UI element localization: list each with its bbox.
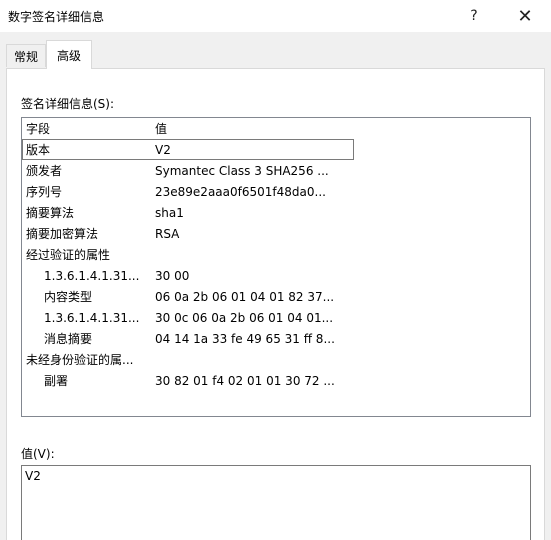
list-item-field: 序列号 <box>26 185 63 199</box>
column-header-field[interactable]: 字段 <box>26 120 50 137</box>
list-item-value: 30 0c 06 0a 2b 06 01 04 01... <box>155 310 334 325</box>
list-item-field: 摘要加密算法 <box>26 227 99 241</box>
list-item-field: 内容类型 <box>44 290 93 304</box>
list-item-value: Symantec Class 3 SHA256 ... <box>155 163 329 178</box>
list-item-field: 未经身份验证的属... <box>26 353 134 367</box>
column-header-value[interactable]: 值 <box>155 120 167 137</box>
list-item-value: 30 82 01 f4 02 01 01 30 72 ... <box>155 373 335 388</box>
advanced-panel: 签名详细信息(S): 字段 值 版本 V2 颁发者 Symantec Class 3 … <box>6 68 545 540</box>
value-label: 值(V): <box>21 447 55 461</box>
list-item[interactable]: 版本 V2 <box>22 139 354 160</box>
list-item[interactable]: 内容类型 06 0a 2b 06 01 04 01 82 37... <box>22 286 530 307</box>
list-item-field: 版本 <box>26 143 51 157</box>
list-item[interactable]: 颁发者 Symantec Class 3 SHA256 ... <box>22 160 530 181</box>
tab-strip: 常规 高级 <box>6 40 93 69</box>
help-icon: ? <box>470 8 478 24</box>
list-item-value: 23e89e2aaa0f6501f48da0... <box>155 184 326 199</box>
list-item-value: V2 <box>155 142 171 157</box>
list-item[interactable]: 1.3.6.1.4.1.31... 30 0c 06 0a 2b 06 01 04… <box>22 307 530 328</box>
list-item-field: 消息摘要 <box>44 332 93 346</box>
list-item-value: 06 0a 2b 06 01 04 01 82 37... <box>155 289 335 304</box>
list-item[interactable]: 未经身份验证的属... <box>22 349 530 370</box>
list-item-field: 摘要算法 <box>26 206 75 220</box>
list-item[interactable]: 序列号 23e89e2aaa0f6501f48da0... <box>22 181 530 202</box>
list-item-field: 颁发者 <box>26 164 63 178</box>
list-item[interactable]: 1.3.6.1.4.1.31... 30 00 <box>22 265 530 286</box>
title-bar: 数字签名详细信息 ? ✕ <box>0 0 551 32</box>
list-item[interactable]: 摘要加密算法 RSA <box>22 223 530 244</box>
list-item-value: RSA <box>155 226 180 241</box>
signature-details-label: 签名详细信息(S): <box>21 97 115 111</box>
list-item-field: 1.3.6.1.4.1.31... <box>44 310 140 325</box>
close-button[interactable]: ✕ <box>503 0 547 32</box>
list-item-field: 副署 <box>44 374 69 388</box>
list-item-value: 30 00 <box>155 268 190 283</box>
tab-advanced[interactable]: 高级 <box>46 40 93 69</box>
list-item[interactable]: 副署 30 82 01 f4 02 01 01 30 72 ... <box>22 370 530 391</box>
list-item-field: 经过验证的属性 <box>26 248 111 262</box>
list-item[interactable]: 消息摘要 04 14 1a 33 fe 49 65 31 ff 8... <box>22 328 530 349</box>
list-item-value: 04 14 1a 33 fe 49 65 31 ff 8... <box>155 331 335 346</box>
list-header: 字段 值 <box>22 118 530 139</box>
close-icon: ✕ <box>517 5 533 27</box>
list-item-value: sha1 <box>155 205 184 220</box>
list-rows: 版本 V2 颁发者 Symantec Class 3 SHA256 ... 序列号 23e… <box>22 139 530 391</box>
list-item[interactable]: 摘要算法 sha1 <box>22 202 530 223</box>
signature-details-list[interactable]: 字段 值 版本 V2 颁发者 Symantec Class 3 SHA256 ... 序… <box>21 117 531 417</box>
list-item[interactable]: 经过验证的属性 <box>22 244 530 265</box>
help-button[interactable]: ? <box>452 0 496 32</box>
list-item-field: 1.3.6.1.4.1.31... <box>44 268 140 283</box>
value-textbox[interactable] <box>21 465 531 540</box>
tab-general[interactable]: 常规 <box>6 44 47 67</box>
window-title: 数字签名详细信息 <box>8 10 105 24</box>
